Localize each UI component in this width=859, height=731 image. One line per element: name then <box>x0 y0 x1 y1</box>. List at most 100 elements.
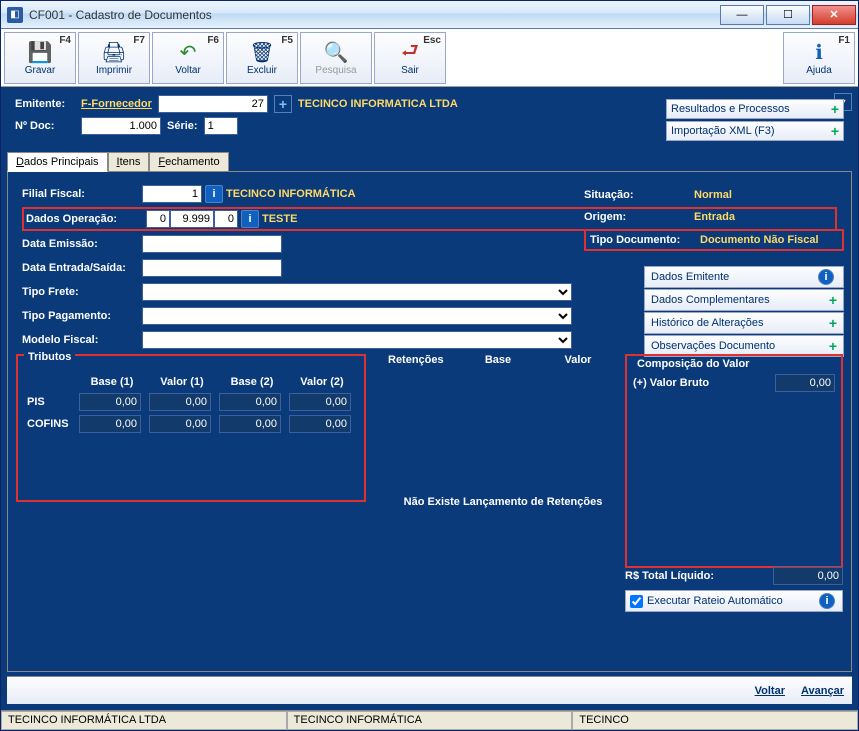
tributos-title: Tributos <box>24 351 75 363</box>
cofins-base1[interactable] <box>79 415 141 433</box>
info-icon[interactable]: i <box>819 593 835 609</box>
pis-base1[interactable] <box>79 393 141 411</box>
pesquisa-button[interactable]: 🔍 Pesquisa <box>300 32 372 84</box>
filial-label: Filial Fiscal: <box>22 188 142 200</box>
maximize-button[interactable]: ☐ <box>766 5 810 25</box>
status-bar: TECINCO INFORMÁTICA LTDA TECINCO INFORMÁ… <box>1 710 858 730</box>
total-liquido-label: R$ Total Líquido: <box>625 570 773 582</box>
status-cell-3: TECINCO <box>572 711 858 730</box>
data-emissao-label: Data Emissão: <box>22 238 142 250</box>
app-icon: ◧ <box>7 7 23 23</box>
window-title: CF001 - Cadastro de Documentos <box>29 8 720 22</box>
print-icon: 🖨 <box>100 41 128 65</box>
serie-label: Série: <box>167 120 198 132</box>
serie-input[interactable] <box>204 117 238 135</box>
cofins-valor2[interactable] <box>289 415 351 433</box>
info-icon: i <box>818 269 834 285</box>
emitente-label: Emitente: <box>15 98 75 110</box>
retencoes-base-col: Base <box>458 354 538 366</box>
tipo-frete-select[interactable] <box>142 283 572 301</box>
ajuda-button[interactable]: F1 ℹ Ajuda <box>783 32 855 84</box>
col-valor1: Valor (1) <box>148 376 216 390</box>
pis-base2[interactable] <box>219 393 281 411</box>
voltar-button[interactable]: F6 ↶ Voltar <box>152 32 224 84</box>
retencoes-empty-msg: Não Existe Lançamento de Retenções <box>388 496 618 508</box>
back-icon: ↶ <box>174 41 202 65</box>
col-valor2: Valor (2) <box>288 376 356 390</box>
tipo-frete-label: Tipo Frete: <box>22 286 142 298</box>
table-row: PIS <box>26 392 356 412</box>
gravar-button[interactable]: F4 💾 Gravar <box>4 32 76 84</box>
titlebar: ◧ CF001 - Cadastro de Documentos — ☐ ✕ <box>1 1 858 29</box>
col-base1: Base (1) <box>78 376 146 390</box>
dados-complementares-button[interactable]: Dados Complementares + <box>644 289 844 311</box>
dados-op-input-3[interactable] <box>214 210 238 228</box>
excluir-button[interactable]: F5 🗑 Excluir <box>226 32 298 84</box>
filial-name: TECINCO INFORMÁTICA <box>226 188 356 200</box>
tab-bar: Dados Principais Itens Fechamento <box>7 151 852 171</box>
content-area: ▼ Emitente: F-Fornecedor + TECINCO INFOR… <box>1 87 858 710</box>
resultados-button[interactable]: Resultados e Processos + <box>666 99 844 119</box>
tab-dados-principais[interactable]: Dados Principais <box>7 152 108 172</box>
emitente-link[interactable]: F-Fornecedor <box>81 98 152 110</box>
dados-op-input-2[interactable] <box>170 210 214 228</box>
rateio-checkbox[interactable] <box>630 595 643 608</box>
tributos-table: Base (1) Valor (1) Base (2) Valor (2) PI… <box>24 374 358 436</box>
col-base2: Base (2) <box>218 376 286 390</box>
retencoes-valor-col: Valor <box>538 354 618 366</box>
app-window: ◧ CF001 - Cadastro de Documentos — ☐ ✕ F… <box>0 0 859 731</box>
close-button[interactable]: ✕ <box>812 5 856 25</box>
add-emitente-button[interactable]: + <box>274 95 292 113</box>
right-info-panel: Situação: Normal Origem: Entrada Tipo Do… <box>584 184 844 252</box>
plus-icon: + <box>831 123 839 139</box>
nav-avancar[interactable]: Avançar <box>801 685 844 697</box>
cofins-base2[interactable] <box>219 415 281 433</box>
tab-fechamento[interactable]: Fechamento <box>149 152 228 172</box>
help-icon: ℹ <box>805 41 833 65</box>
pis-valor2[interactable] <box>289 393 351 411</box>
minimize-button[interactable]: — <box>720 5 764 25</box>
emitente-code-input[interactable] <box>158 95 268 113</box>
tipo-pagamento-select[interactable] <box>142 307 572 325</box>
rateio-row: Executar Rateio Automático i <box>625 590 843 612</box>
modelo-fiscal-select[interactable] <box>142 331 572 349</box>
retencoes-title: Retenções <box>388 354 458 366</box>
tab-itens[interactable]: Itens <box>108 152 150 172</box>
exit-icon: ⮐ <box>396 41 424 65</box>
valor-bruto-input[interactable] <box>775 374 835 392</box>
sair-button[interactable]: Esc ⮐ Sair <box>374 32 446 84</box>
emitente-name: TECINCO INFORMATICA LTDA <box>298 98 458 110</box>
modelo-label: Modelo Fiscal: <box>22 334 142 346</box>
dados-op-input-1[interactable] <box>146 210 170 228</box>
valor-bruto-label: (+) Valor Bruto <box>633 377 775 389</box>
filial-input[interactable] <box>142 185 202 203</box>
status-cell-1: TECINCO INFORMÁTICA LTDA <box>1 711 287 730</box>
situacao-label: Situação: <box>584 189 694 201</box>
save-icon: 💾 <box>26 41 54 65</box>
retencoes-section: Retenções Base Valor Não Existe Lançamen… <box>388 354 618 694</box>
importacao-button[interactable]: Importação XML (F3) + <box>666 121 844 141</box>
composicao-title: Composição do Valor <box>633 358 753 370</box>
status-cell-2: TECINCO INFORMÁTICA <box>287 711 573 730</box>
data-entrada-input[interactable] <box>142 259 282 277</box>
cofins-valor1[interactable] <box>149 415 211 433</box>
info-icon[interactable]: i <box>241 210 259 228</box>
dados-operacao-label: Dados Operação: <box>26 213 146 225</box>
delete-icon: 🗑 <box>248 41 276 65</box>
toolbar: F4 💾 Gravar F7 🖨 Imprimir F6 ↶ Voltar F5… <box>1 29 858 87</box>
ndoc-label: Nº Doc: <box>15 120 75 132</box>
nav-voltar[interactable]: Voltar <box>755 685 785 697</box>
total-liquido-input[interactable] <box>773 567 843 585</box>
ndoc-input[interactable] <box>81 117 161 135</box>
pis-valor1[interactable] <box>149 393 211 411</box>
historico-button[interactable]: Histórico de Alterações + <box>644 312 844 334</box>
dados-op-name: TESTE <box>262 213 297 225</box>
plus-icon: + <box>829 315 837 331</box>
info-icon[interactable]: i <box>205 185 223 203</box>
situacao-value: Normal <box>694 189 732 201</box>
imprimir-button[interactable]: F7 🖨 Imprimir <box>78 32 150 84</box>
tab-panel: Filial Fiscal: i TECINCO INFORMÁTICA Dad… <box>7 171 852 672</box>
dados-emitente-button[interactable]: Dados Emitente i <box>644 266 844 288</box>
tipo-doc-label: Tipo Documento: <box>590 234 700 246</box>
data-emissao-input[interactable] <box>142 235 282 253</box>
